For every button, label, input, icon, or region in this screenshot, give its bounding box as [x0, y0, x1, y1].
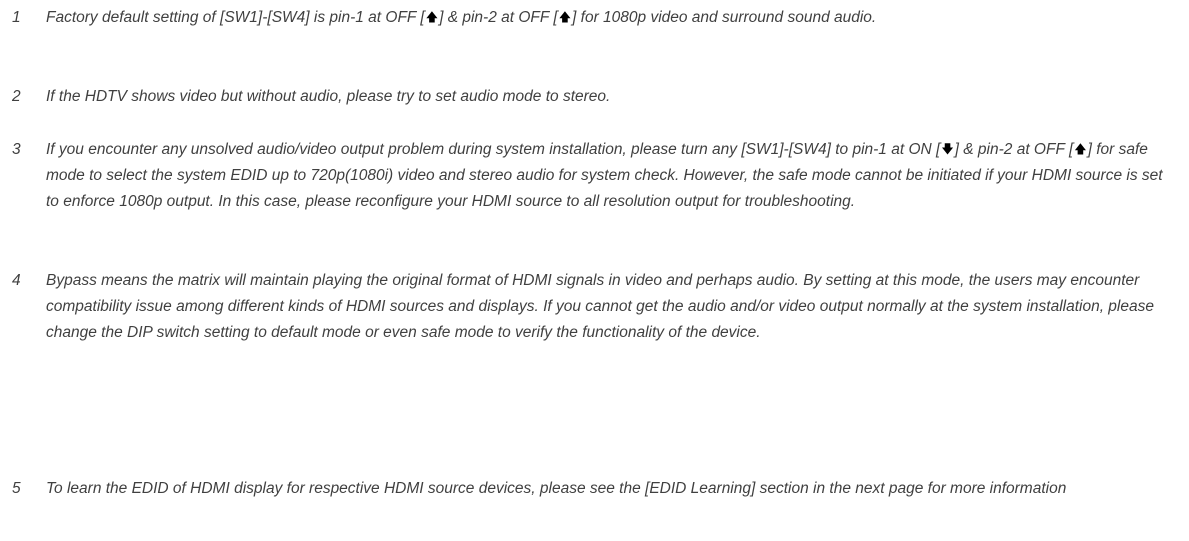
- down-arrow-icon: 🡇: [941, 142, 954, 156]
- note-number: 3: [12, 141, 21, 158]
- note-text-part: ] for 1080p video and surround sound aud…: [572, 9, 877, 26]
- note-number: 2: [12, 88, 21, 105]
- note-number: 4: [12, 272, 21, 289]
- note-text-part: ] & pin-2 at OFF [: [439, 9, 558, 26]
- up-arrow-icon: 🡅: [558, 10, 572, 24]
- note-text: To learn the EDID of HDMI display for re…: [46, 480, 1067, 497]
- note-number: 5: [12, 480, 21, 497]
- note-number: 1: [12, 9, 21, 26]
- note-text-part: If you encounter any unsolved audio/vide…: [46, 141, 941, 158]
- note-text-part: ] & pin-2 at OFF [: [954, 141, 1074, 158]
- up-arrow-icon: 🡅: [1074, 142, 1087, 156]
- note-text: Bypass means the matrix will maintain pl…: [46, 272, 1154, 341]
- up-arrow-icon: 🡅: [425, 10, 439, 24]
- note-text: If the HDTV shows video but without audi…: [46, 88, 611, 105]
- note-text-part: Factory default setting of [SW1]-[SW4] i…: [46, 9, 425, 26]
- note-text: If you encounter any unsolved audio/vide…: [46, 137, 1166, 215]
- note-text: Factory default setting of [SW1]-[SW4] i…: [46, 5, 1166, 31]
